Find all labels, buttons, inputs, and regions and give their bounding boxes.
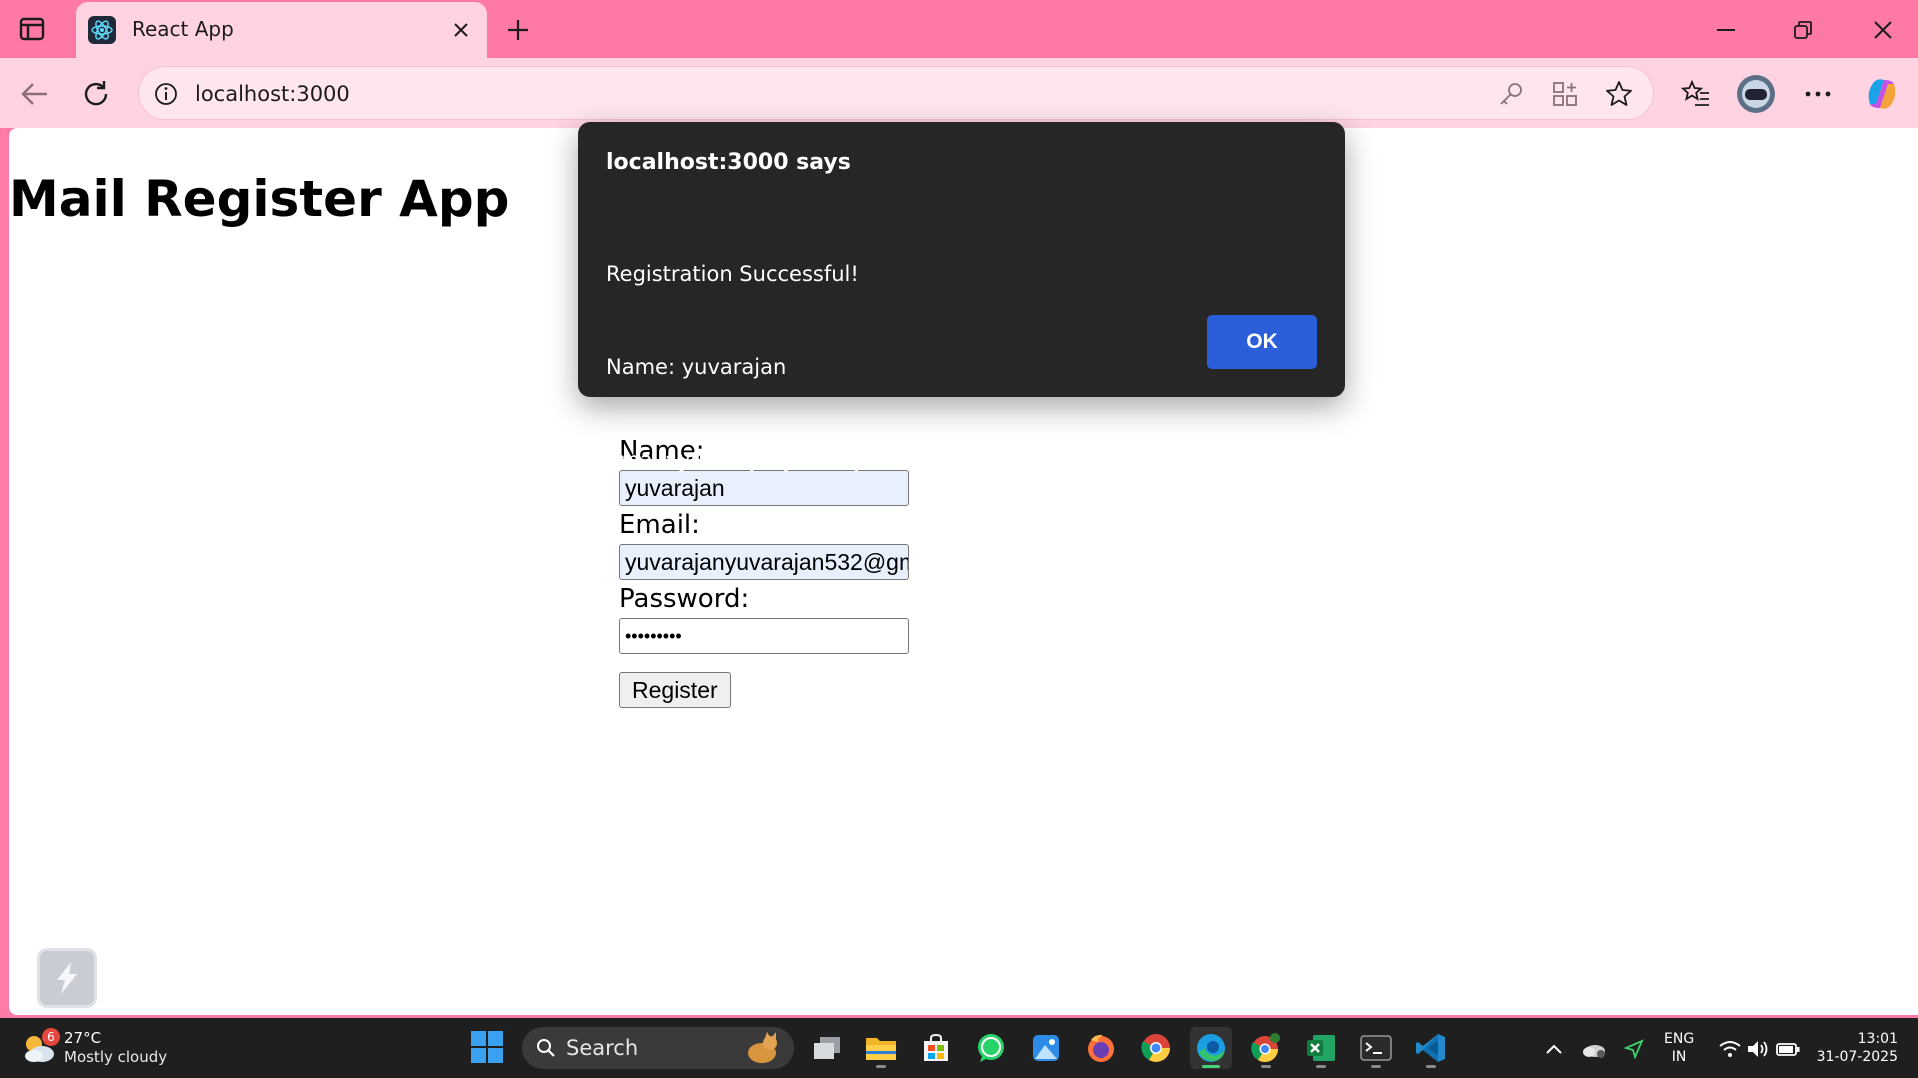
email-input[interactable]: yuvarajanyuvarajan532@gmail.com [619,544,909,580]
browser-toolbar: localhost:3000 [0,58,1918,128]
tab-close-icon[interactable] [447,16,475,44]
vscode-icon[interactable] [1410,1027,1452,1069]
chrome-icon[interactable] [1135,1027,1177,1069]
tab-title: React App [132,17,234,41]
running-indicator [1316,1065,1326,1068]
weather-desc: Mostly cloudy [64,1048,168,1066]
weather-badge: 6 [42,1028,60,1046]
edge-icon[interactable] [1190,1027,1232,1069]
dialog-message: Registration Successful! Name: yuvarajan… [606,197,1058,538]
language-indicator[interactable]: ENG IN [1664,1030,1694,1066]
dialog-line-2: Name: yuvarajan [606,355,787,379]
favorites-icon[interactable] [1674,72,1718,116]
register-button[interactable]: Register [619,672,731,708]
profile-avatar-icon[interactable] [1734,72,1778,116]
floating-assistant-icon[interactable] [37,948,97,1008]
running-indicator [1261,1065,1271,1068]
running-indicator [1426,1065,1436,1068]
address-bar[interactable]: localhost:3000 [138,66,1654,120]
running-indicator [876,1065,886,1068]
chrome-profile-icon[interactable] [1245,1027,1287,1069]
region-code: IN [1671,1049,1687,1065]
site-info-icon[interactable] [153,81,179,107]
apps-install-icon[interactable] [1549,79,1581,109]
close-window-icon[interactable] [1860,12,1906,48]
tab-actions-icon[interactable] [16,14,48,44]
more-options-icon[interactable] [1796,72,1840,116]
clock[interactable]: 13:01 31-07-2025 [1812,1030,1898,1066]
minimize-icon[interactable] [1703,12,1749,48]
search-highlight-cat-icon [748,1032,777,1063]
alert-dialog: localhost:3000 says Registration Success… [578,122,1345,472]
whatsapp-icon[interactable] [970,1027,1012,1069]
url-text: localhost:3000 [195,82,350,106]
running-indicator [1371,1065,1381,1068]
search-label: Search [566,1036,639,1060]
taskbar-search[interactable]: Search [522,1027,794,1069]
restore-icon[interactable] [1780,12,1826,48]
page-title: Mail Register App [9,170,510,228]
back-icon[interactable] [12,72,56,116]
password-key-icon[interactable] [1495,79,1527,109]
windows-start-icon[interactable] [470,1030,506,1066]
browser-tab-bar: React App [0,0,1918,58]
wifi-icon[interactable] [1716,1036,1744,1062]
microsoft-store-icon[interactable] [915,1027,957,1069]
clock-time: 13:01 [1857,1031,1898,1047]
location-icon[interactable] [1620,1036,1648,1062]
weather-widget[interactable]: 6 27°C Mostly cloudy [18,1028,168,1070]
taskbar: 6 27°C Mostly cloudy Search ENG IN 13:01… [0,1018,1918,1078]
volume-icon[interactable] [1744,1036,1772,1062]
favorite-star-icon[interactable] [1603,79,1635,109]
photos-icon[interactable] [1025,1027,1067,1069]
weather-temp: 27°C [64,1029,102,1047]
dialog-line-3: Email: yuvarajanyuvarajan532@gmail.com [606,448,1059,472]
task-view-icon[interactable] [806,1027,848,1069]
refresh-icon[interactable] [74,72,118,116]
firefox-icon[interactable] [1080,1027,1122,1069]
battery-icon[interactable] [1774,1036,1802,1062]
show-hidden-icons-icon[interactable] [1540,1036,1568,1062]
password-label: Password: [619,584,750,614]
search-icon [537,1039,555,1057]
dialog-title: localhost:3000 says [606,150,851,175]
active-indicator [1202,1065,1220,1068]
ok-button[interactable]: OK [1207,315,1317,369]
new-tab-icon[interactable] [500,12,536,48]
dialog-line-1: Registration Successful! [606,262,859,286]
file-explorer-icon[interactable] [860,1027,902,1069]
terminal-icon[interactable] [1355,1027,1397,1069]
tab-react-app[interactable]: React App [76,2,487,58]
language-code: ENG [1664,1031,1695,1047]
copilot-icon[interactable] [1860,72,1904,116]
onedrive-icon[interactable] [1580,1036,1608,1062]
excel-icon[interactable] [1300,1027,1342,1069]
clock-date: 31-07-2025 [1816,1049,1898,1065]
password-input[interactable]: ••••••••• [619,618,909,654]
react-logo-icon [88,16,116,44]
